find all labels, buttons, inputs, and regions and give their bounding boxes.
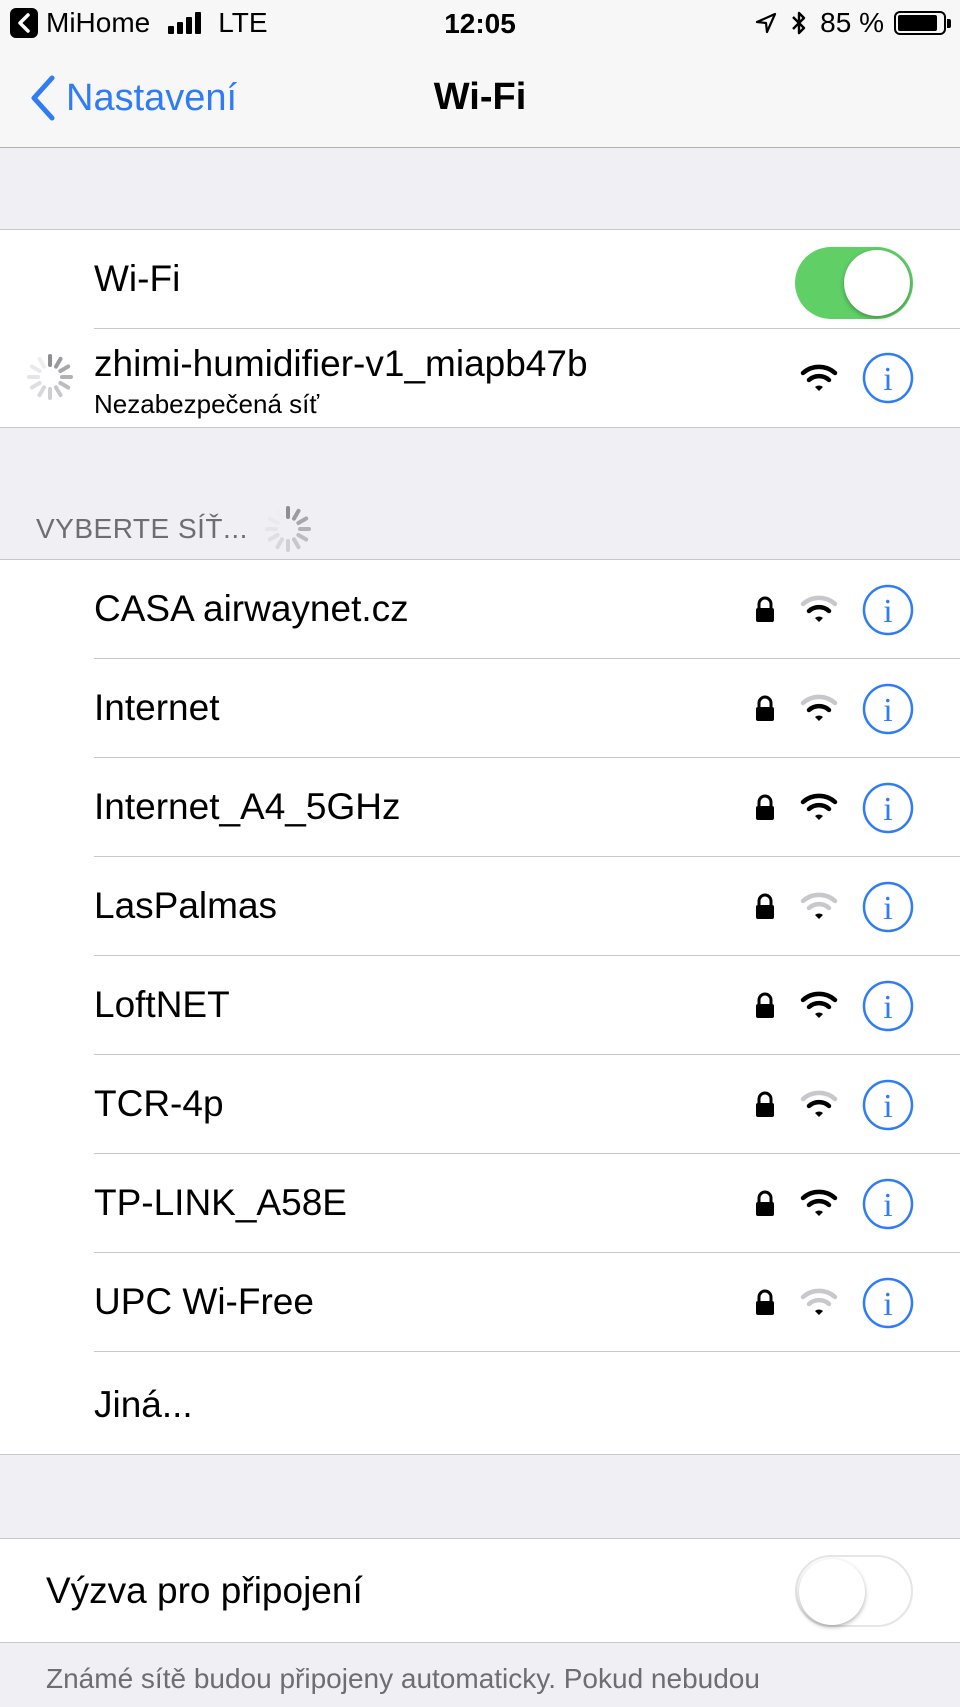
navigation-bar: Nastavení Wi-Fi: [0, 48, 960, 148]
network-name: LasPalmas: [94, 885, 278, 926]
lock-icon: [756, 596, 774, 622]
networks-section-header: VYBERTE SÍŤ...: [36, 505, 312, 553]
battery-percent: 85 %: [820, 7, 884, 38]
networks-group: CASA airwaynet.cz i Internet i Internet_…: [0, 559, 960, 1455]
footer-description: Známé sítě budou připojeny automaticky. …: [46, 1663, 760, 1694]
network-row[interactable]: TCR-4p i: [0, 1055, 960, 1154]
svg-text:i: i: [883, 692, 892, 729]
wifi-signal-icon: [800, 1189, 838, 1216]
svg-text:i: i: [883, 593, 892, 630]
bluetooth-icon: [792, 11, 806, 35]
wifi-toggle[interactable]: [795, 247, 913, 319]
location-arrow-icon: [756, 12, 777, 34]
ask-to-join-toggle[interactable]: [795, 1555, 913, 1627]
wifi-toggle-row: Wi-Fi: [0, 230, 960, 329]
info-icon[interactable]: i: [862, 980, 914, 1032]
network-name: UPC Wi-Free: [94, 1281, 314, 1322]
wifi-signal-icon: [800, 991, 838, 1018]
network-row[interactable]: LoftNET i: [0, 956, 960, 1055]
connected-network-subtitle: Nezabezpečená síť: [94, 389, 320, 419]
scanning-spinner-icon: [264, 506, 311, 552]
network-row[interactable]: Internet_A4_5GHz i: [0, 758, 960, 857]
page-title: Wi-Fi: [433, 76, 527, 118]
wifi-signal-icon: [800, 892, 838, 919]
other-network-row[interactable]: Jiná...: [0, 1352, 960, 1454]
ask-to-join-group: Výzva pro připojení: [0, 1538, 960, 1643]
wifi-signal-icon: [800, 595, 838, 622]
svg-text:i: i: [883, 1187, 892, 1224]
wifi-signal-icon: [800, 1288, 838, 1315]
wifi-group: Wi-Fi zhimi-humidifier-v1_miapb47b Nezab…: [0, 229, 960, 428]
network-row[interactable]: Internet i: [0, 659, 960, 758]
wifi-signal-icon: [800, 793, 838, 820]
connected-network-name: zhimi-humidifier-v1_miapb47b: [94, 343, 588, 384]
status-bar: MiHome LTE 12:05 85 %: [0, 0, 960, 48]
network-row[interactable]: CASA airwaynet.cz i: [0, 560, 960, 659]
wifi-toggle-label: Wi-Fi: [94, 258, 181, 299]
info-icon[interactable]: i: [862, 584, 914, 636]
svg-text:i: i: [883, 890, 892, 927]
network-name: LoftNET: [94, 984, 230, 1025]
network-name: TCR-4p: [94, 1083, 224, 1124]
info-icon[interactable]: i: [862, 683, 914, 735]
info-icon[interactable]: i: [862, 782, 914, 834]
ask-to-join-label: Výzva pro připojení: [46, 1570, 363, 1611]
lock-icon: [756, 992, 774, 1018]
battery-icon: [894, 11, 951, 35]
networks-header-label: VYBERTE SÍŤ...: [36, 513, 248, 544]
ask-to-join-row: Výzva pro připojení: [0, 1539, 960, 1642]
info-icon[interactable]: i: [862, 881, 914, 933]
wifi-signal-icon: [800, 694, 838, 721]
loading-spinner-icon: [27, 354, 73, 400]
network-row[interactable]: UPC Wi-Free i: [0, 1253, 960, 1352]
network-row[interactable]: TP-LINK_A58E i: [0, 1154, 960, 1253]
svg-text:i: i: [883, 361, 892, 398]
svg-text:i: i: [883, 791, 892, 828]
network-name: Internet: [94, 687, 220, 728]
info-icon[interactable]: i: [862, 1079, 914, 1131]
svg-text:i: i: [883, 1088, 892, 1125]
lock-icon: [756, 1289, 774, 1315]
lock-icon: [756, 893, 774, 919]
wifi-signal-icon: [800, 1090, 838, 1117]
svg-text:i: i: [883, 989, 892, 1026]
network-name: Internet_A4_5GHz: [94, 786, 401, 827]
network-name: CASA airwaynet.cz: [94, 588, 409, 629]
lock-icon: [756, 1091, 774, 1117]
lock-icon: [756, 794, 774, 820]
info-icon[interactable]: i: [862, 352, 914, 404]
wifi-signal-icon: [800, 364, 838, 391]
lock-icon: [756, 1190, 774, 1216]
svg-text:i: i: [883, 1286, 892, 1323]
other-network-label: Jiná...: [94, 1384, 193, 1425]
network-row[interactable]: LasPalmas i: [0, 857, 960, 956]
info-icon[interactable]: i: [862, 1178, 914, 1230]
connected-network-row[interactable]: zhimi-humidifier-v1_miapb47b Nezabezpeče…: [0, 329, 960, 426]
lock-icon: [756, 695, 774, 721]
info-icon[interactable]: i: [862, 1277, 914, 1329]
network-name: TP-LINK_A58E: [94, 1182, 347, 1223]
status-right: 85 %: [754, 7, 951, 39]
